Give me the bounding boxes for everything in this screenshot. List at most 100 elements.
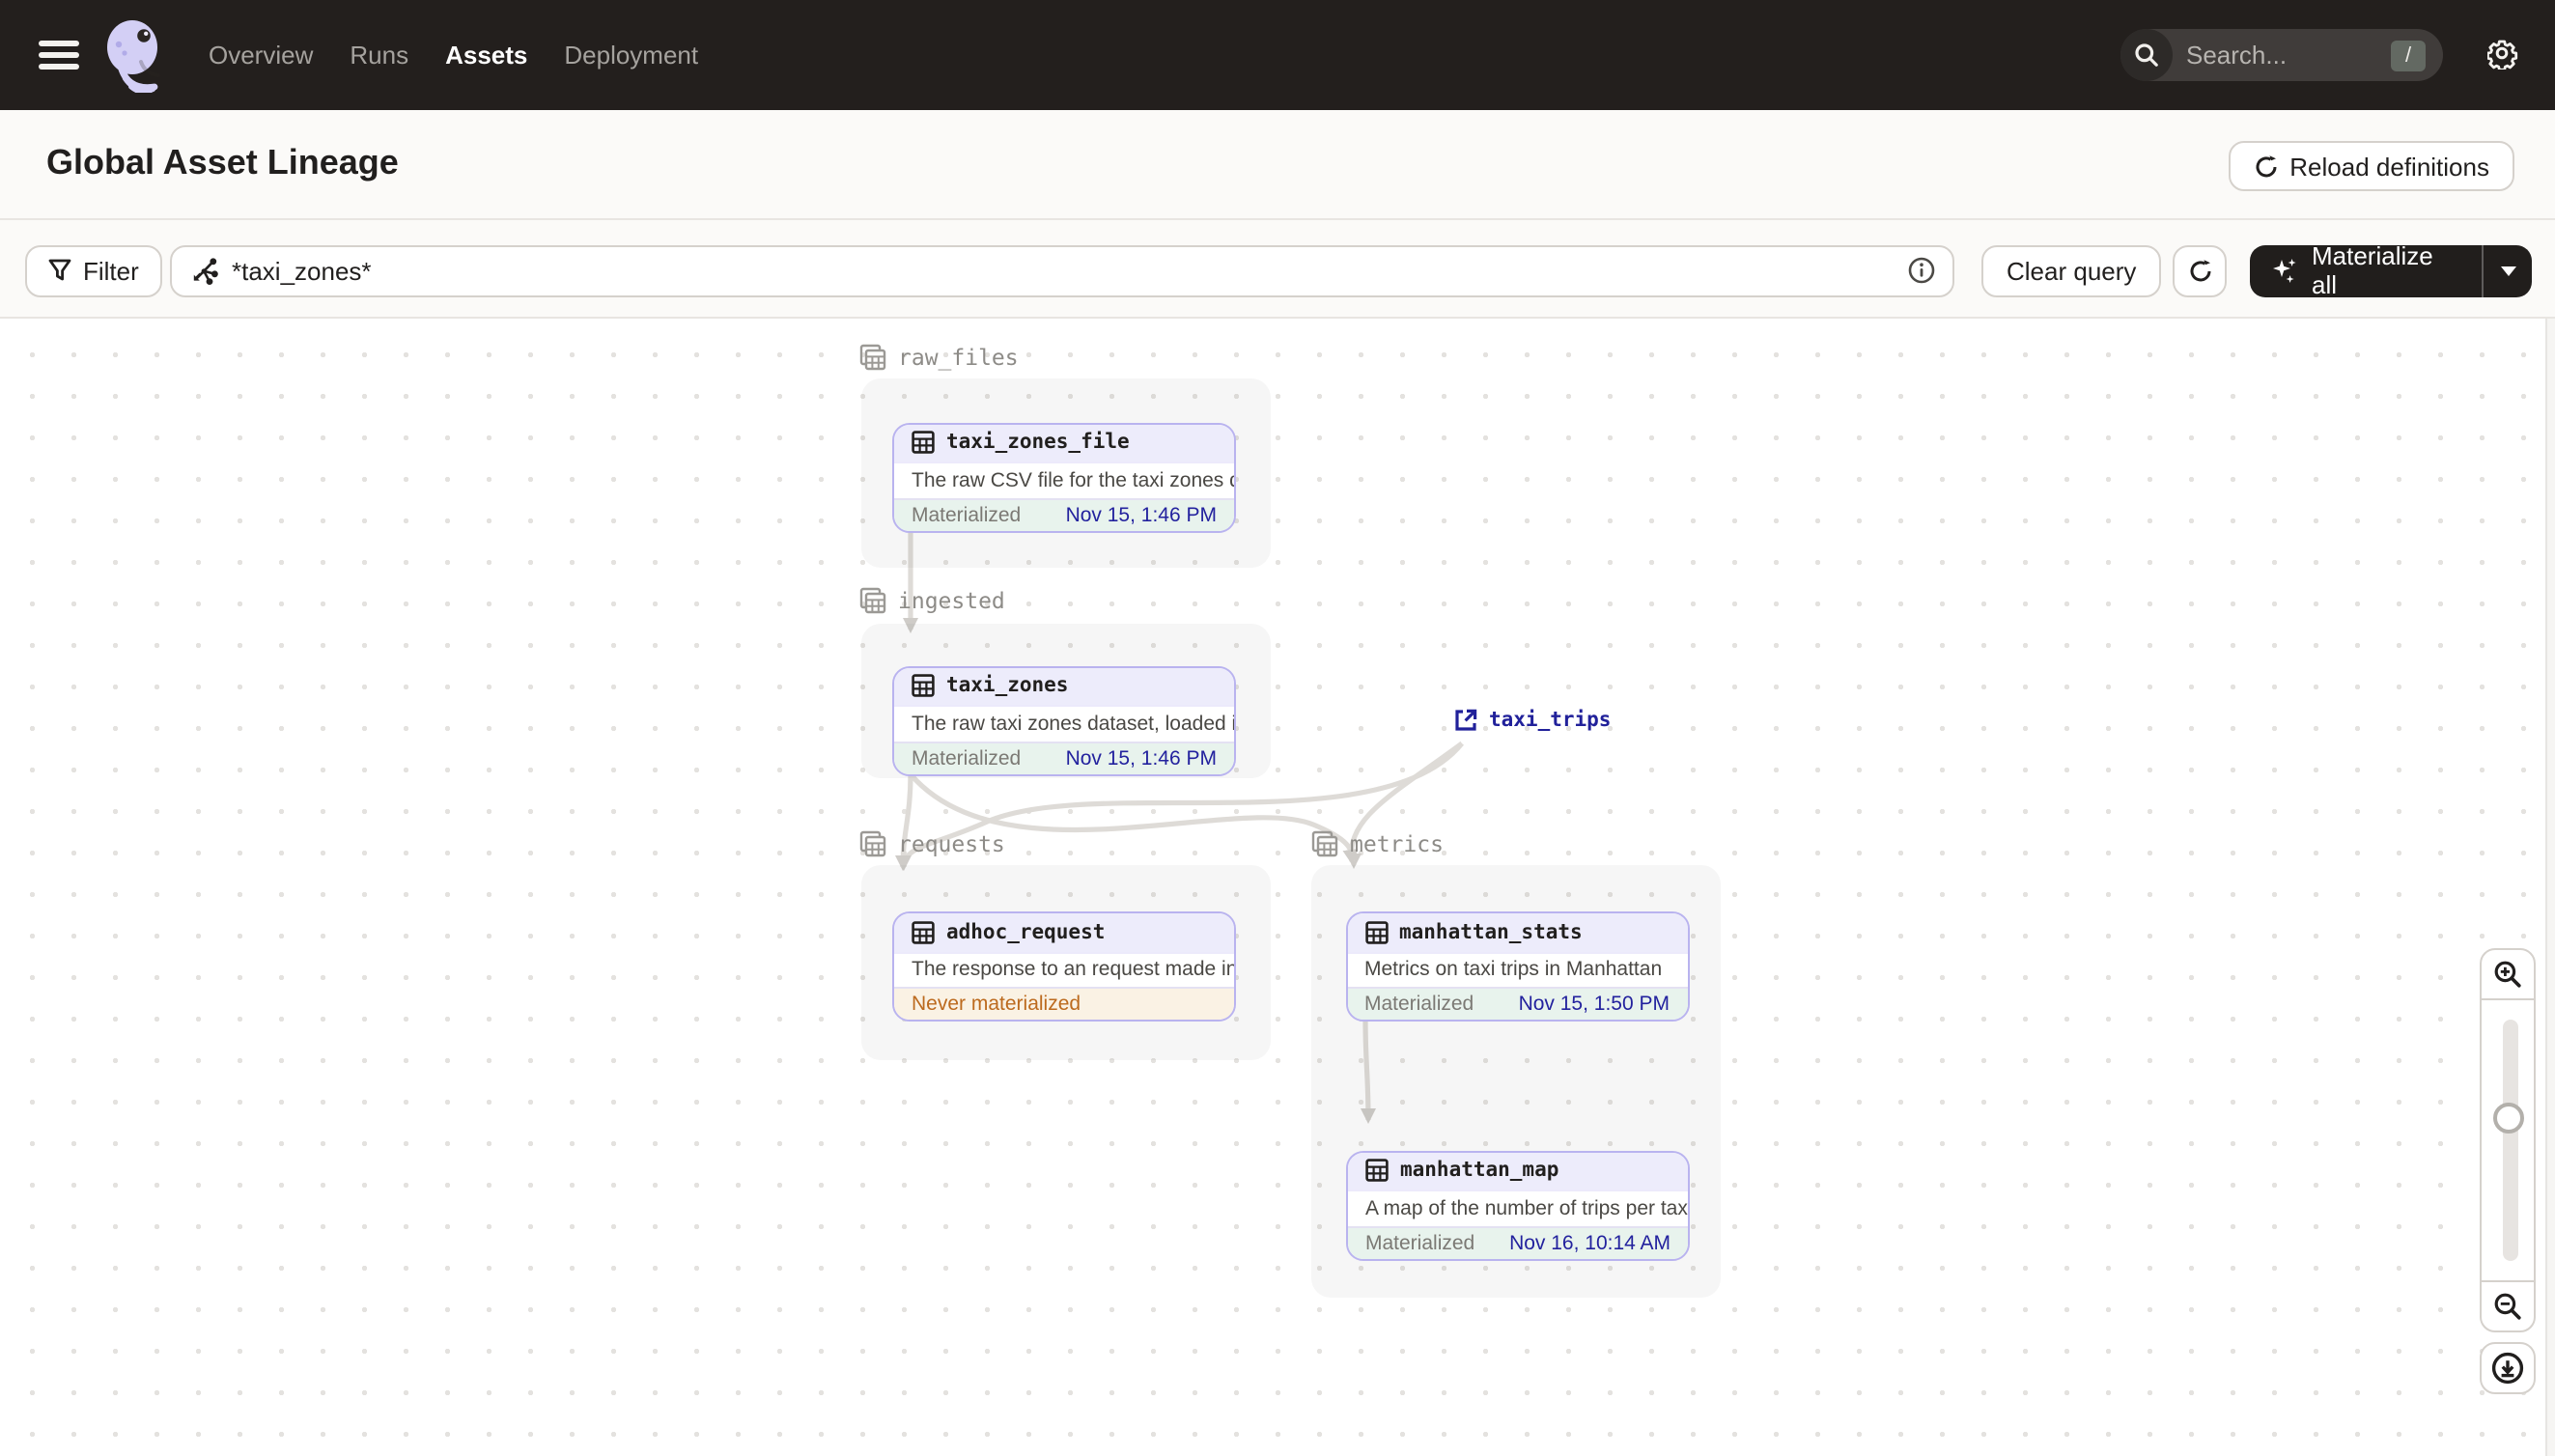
top-nav-bar: Overview Runs Assets Deployment Search..… [0, 0, 2555, 110]
filter-button[interactable]: Filter [25, 244, 162, 296]
asset-node-header: adhoc_request [894, 913, 1234, 951]
search-icon [2120, 29, 2173, 81]
asset-node-status: Never materialized [894, 987, 1234, 1020]
group-label-raw-files[interactable]: raw_files [859, 343, 1019, 370]
clear-query-button[interactable]: Clear query [1981, 244, 2162, 296]
dagster-logo-icon[interactable] [102, 19, 172, 93]
nav-tab-overview[interactable]: Overview [209, 41, 313, 70]
asset-selection-input[interactable] [232, 256, 1908, 285]
chevron-down-icon [2500, 266, 2515, 275]
group-label-ingested[interactable]: ingested [859, 586, 1005, 613]
asset-graph-icon [189, 256, 218, 285]
zoom-out-icon [2494, 1293, 2521, 1320]
status-timestamp[interactable]: Nov 15, 1:46 PM [1066, 503, 1217, 526]
search-shortcut-badge: / [2391, 40, 2426, 70]
group-label-metrics[interactable]: metrics [1311, 829, 1444, 856]
group-name: ingested [898, 586, 1005, 613]
filter-button-label: Filter [83, 256, 139, 285]
table-icon [912, 431, 935, 455]
hamburger-menu-icon[interactable] [39, 41, 79, 70]
status-label: Materialized [1364, 993, 1474, 1016]
asset-node-status: Materialized Nov 15, 1:46 PM [894, 497, 1234, 530]
group-table-icon [859, 586, 886, 613]
reload-icon [2253, 154, 2278, 179]
asset-node-title: manhattan_stats [1399, 920, 1583, 944]
asset-node-taxi-zones[interactable]: taxi_zones The raw taxi zones dataset, l… [892, 665, 1236, 775]
refresh-button[interactable] [2173, 244, 2227, 296]
lineage-canvas[interactable]: raw_files ingested requests metrics taxi… [0, 318, 2555, 1456]
group-table-icon [859, 343, 886, 370]
funnel-icon [48, 259, 71, 282]
asset-node-manhattan-stats[interactable]: manhattan_stats Metrics on taxi trips in… [1345, 911, 1689, 1022]
page-header: Global Asset Lineage Reload definitions [0, 110, 2555, 219]
external-asset-label: taxi_trips [1489, 708, 1612, 731]
table-icon [1364, 920, 1388, 944]
status-label: Materialized [912, 503, 1022, 526]
lineage-toolbar: Filter Clear [0, 219, 2555, 318]
nav-tab-assets[interactable]: Assets [445, 41, 527, 70]
app-window: Overview Runs Assets Deployment Search..… [0, 0, 2555, 1456]
zoom-in-icon [2494, 961, 2521, 988]
asset-selection-input-wrap [170, 244, 1954, 296]
group-table-icon [1311, 829, 1338, 856]
asset-node-header: taxi_zones_file [894, 424, 1234, 462]
search-placeholder: Search... [2186, 41, 2288, 70]
asset-node-title: taxi_zones [946, 674, 1069, 698]
zoom-slider[interactable] [2480, 1000, 2536, 1280]
settings-gear-icon[interactable] [2487, 39, 2518, 70]
materialize-all-button[interactable]: Materialize all [2250, 241, 2532, 299]
materialize-dropdown-button[interactable] [2482, 244, 2532, 296]
reload-definitions-label: Reload definitions [2289, 152, 2489, 181]
materialize-all-label: Materialize all [2312, 241, 2433, 299]
zoom-slider-track[interactable] [2502, 1020, 2517, 1261]
status-timestamp[interactable]: Nov 16, 10:14 AM [1509, 1231, 1671, 1254]
group-label-requests[interactable]: requests [859, 829, 1005, 856]
asset-node-header: manhattan_map [1348, 1152, 1688, 1190]
asset-node-header: manhattan_stats [1347, 913, 1687, 951]
external-link-icon [1455, 708, 1477, 730]
zoom-controls [2480, 948, 2536, 1332]
asset-node-title: manhattan_map [1400, 1159, 1559, 1183]
lineage-edges [895, 530, 1465, 1123]
asset-node-description: The raw CSV file for the taxi zones dat.… [894, 462, 1234, 497]
asset-node-description: The response to an request made in th... [894, 951, 1234, 987]
page-title: Global Asset Lineage [46, 143, 399, 182]
canvas-scrollbar[interactable] [2545, 318, 2555, 1456]
status-label: Materialized [912, 746, 1022, 770]
asset-node-manhattan-map[interactable]: manhattan_map A map of the number of tri… [1346, 1150, 1690, 1260]
asset-node-description: The raw taxi zones dataset, loaded int..… [894, 705, 1234, 741]
table-icon [912, 920, 935, 944]
info-icon[interactable] [1908, 257, 1935, 284]
materialize-all-main[interactable]: Materialize all [2250, 241, 2482, 299]
asset-node-title: adhoc_request [946, 920, 1106, 944]
zoom-slider-handle[interactable] [2493, 1103, 2524, 1134]
asset-node-title: taxi_zones_file [946, 431, 1130, 455]
external-asset-taxi-trips[interactable]: taxi_trips [1454, 708, 1611, 731]
table-icon [912, 674, 935, 698]
clear-query-label: Clear query [2007, 256, 2137, 285]
asset-node-description: A map of the number of trips per taxi z.… [1348, 1190, 1688, 1225]
nav-tab-runs[interactable]: Runs [350, 41, 408, 70]
download-icon [2491, 1351, 2524, 1384]
nav-tabs: Overview Runs Assets Deployment [209, 0, 698, 110]
zoom-in-button[interactable] [2480, 948, 2536, 1000]
group-name: raw_files [898, 343, 1019, 370]
asset-node-status: Materialized Nov 16, 10:14 AM [1348, 1225, 1688, 1258]
asset-node-description: Metrics on taxi trips in Manhattan [1347, 951, 1687, 987]
status-label: Materialized [1365, 1231, 1475, 1254]
sparkle-icon [2271, 256, 2300, 285]
group-table-icon [859, 829, 886, 856]
asset-node-adhoc-request[interactable]: adhoc_request The response to an request… [892, 911, 1236, 1022]
reload-definitions-button[interactable]: Reload definitions [2228, 141, 2514, 191]
status-label: Never materialized [912, 993, 1081, 1016]
zoom-out-button[interactable] [2480, 1280, 2536, 1332]
asset-node-taxi-zones-file[interactable]: taxi_zones_file The raw CSV file for the… [892, 422, 1236, 532]
download-image-button[interactable] [2480, 1341, 2536, 1393]
status-timestamp[interactable]: Nov 15, 1:50 PM [1519, 993, 1670, 1016]
asset-node-header: taxi_zones [894, 667, 1234, 705]
global-search-box[interactable]: Search... / [2120, 29, 2443, 81]
group-name: metrics [1350, 829, 1444, 856]
nav-tab-deployment[interactable]: Deployment [564, 41, 698, 70]
status-timestamp[interactable]: Nov 15, 1:46 PM [1066, 746, 1217, 770]
asset-node-status: Materialized Nov 15, 1:46 PM [894, 741, 1234, 773]
